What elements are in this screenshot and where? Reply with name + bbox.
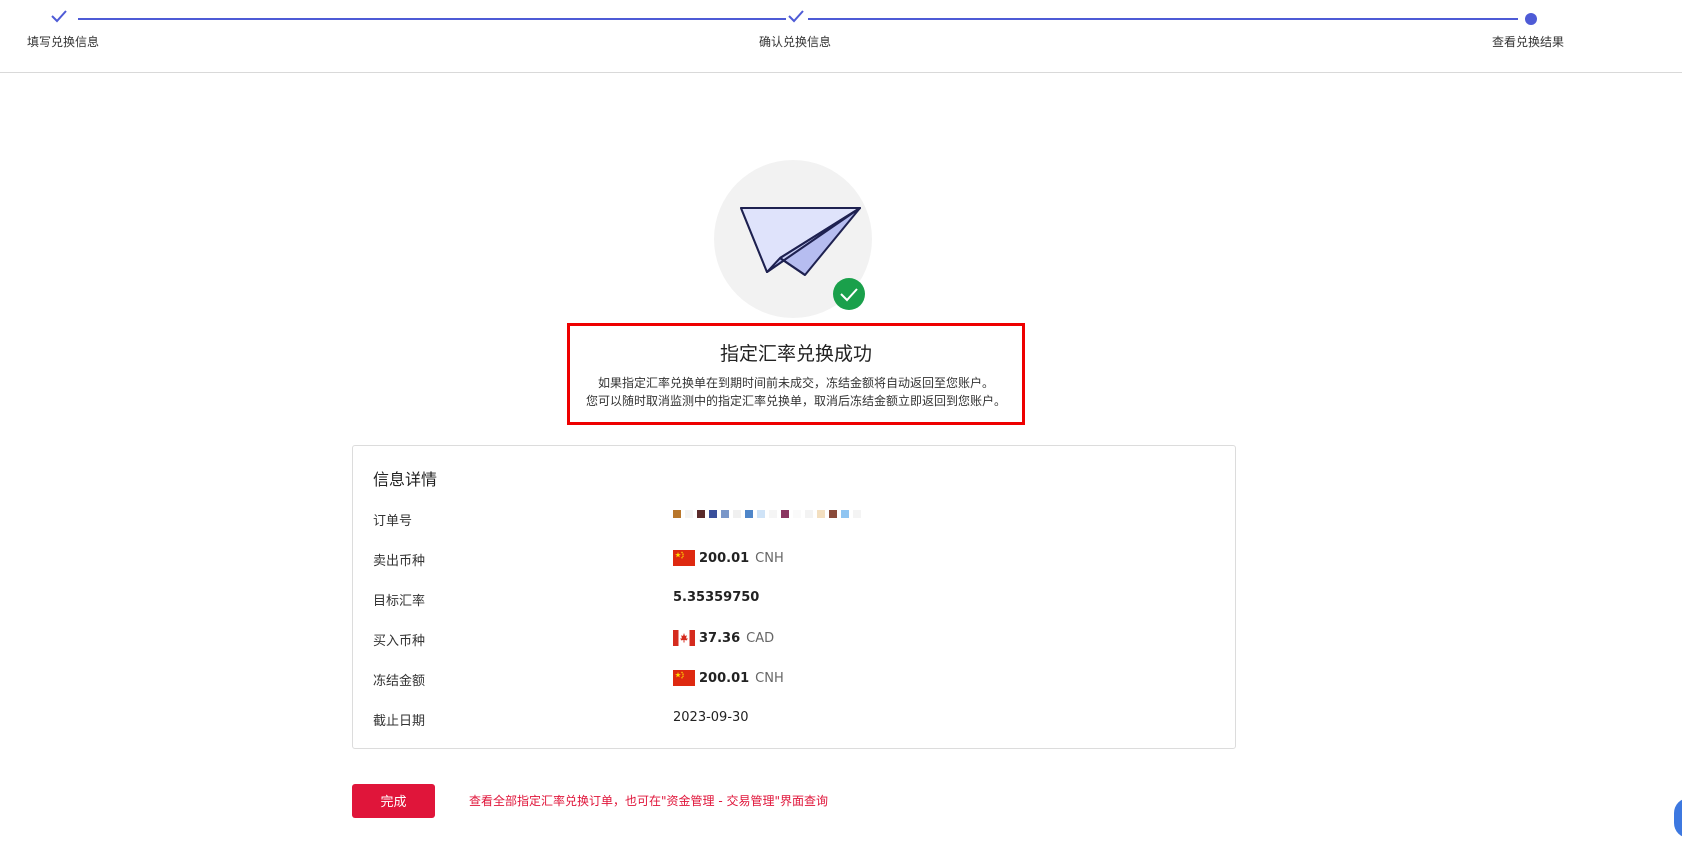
result-desc-line-2: 您可以随时取消监测中的指定汇率兑换单，取消后冻结金额立即返回到您账户。 (585, 394, 1006, 408)
check-icon (786, 8, 806, 24)
buy-value: 37.36 CAD (673, 630, 774, 646)
frozen-currency: CNH (755, 670, 784, 686)
sell-amount: 200.01 (699, 550, 750, 566)
buy-label: 买入币种 (373, 634, 426, 649)
deadline-value: 2023-09-30 (673, 710, 749, 725)
china-flag-icon (673, 670, 695, 686)
frozen-amount: 200.01 (699, 670, 750, 686)
frozen-value: 200.01 CNH (673, 670, 784, 686)
footer-hint: 查看全部指定汇率兑换订单，也可在"资金管理 - 交易管理"界面查询 (469, 794, 829, 808)
result-message-highlight: 指定汇率兑换成功 如果指定汇率兑换单在到期时间前未成交，冻结金额将自动返回至您账… (567, 323, 1025, 425)
canada-flag-icon (673, 630, 695, 646)
check-icon (49, 8, 69, 24)
sell-label: 卖出币种 (373, 554, 426, 569)
result-desc-line-1: 如果指定汇率兑换单在到期时间前未成交，冻结金额将自动返回至您账户。 (597, 376, 994, 390)
order-no-masked (673, 510, 865, 518)
china-flag-icon (673, 550, 695, 566)
card-title: 信息详情 (373, 470, 438, 489)
current-step-dot (1525, 13, 1537, 25)
step-connector (78, 18, 786, 20)
step-label-3: 查看兑换结果 (1492, 35, 1565, 49)
result-title: 指定汇率兑换成功 (719, 343, 872, 365)
info-details-card: 信息详情 订单号 卖出币种 200.01 CNH 目标汇率 5.35359750… (352, 445, 1236, 749)
deadline-row: 截止日期 2023-09-30 (373, 708, 1213, 730)
sell-currency-row: 卖出币种 200.01 CNH (373, 548, 1213, 570)
done-button[interactable]: 完成 (352, 784, 435, 818)
buy-currency: CAD (746, 630, 775, 646)
target-rate-row: 目标汇率 5.35359750 (373, 588, 1213, 610)
order-no-label: 订单号 (373, 514, 413, 529)
success-check-icon (833, 278, 865, 310)
sell-currency: CNH (755, 550, 784, 566)
step-connector (808, 18, 1518, 20)
rate-label: 目标汇率 (373, 594, 426, 609)
floating-help-widget[interactable] (1674, 798, 1682, 838)
rate-value: 5.35359750 (673, 590, 760, 605)
step-label-1: 填写兑换信息 (27, 35, 100, 49)
frozen-amount-row: 冻结金额 200.01 CNH (373, 668, 1213, 690)
step-label-2: 确认兑换信息 (759, 35, 832, 49)
buy-amount: 37.36 (699, 630, 741, 646)
progress-steps: 填写兑换信息 确认兑换信息 查看兑换结果 (0, 0, 1682, 73)
deadline-label: 截止日期 (373, 714, 426, 729)
frozen-label: 冻结金额 (373, 674, 426, 689)
order-no-row: 订单号 (373, 508, 1213, 530)
buy-currency-row: 买入币种 37.36 CAD (373, 628, 1213, 650)
sell-value: 200.01 CNH (673, 550, 784, 566)
